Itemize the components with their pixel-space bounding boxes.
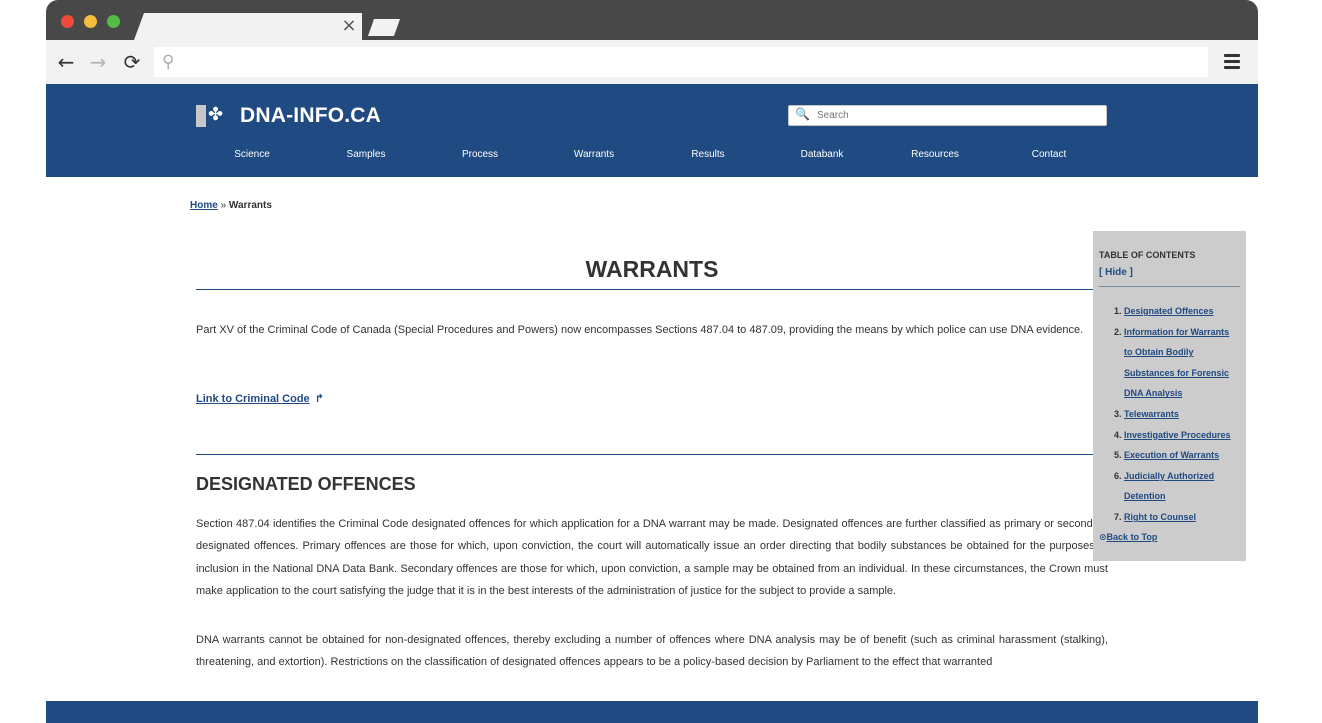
back-to-top-icon: ⊙ <box>1099 532 1107 543</box>
section-title-designated-offences: DESIGNATED OFFENCES <box>196 474 416 494</box>
nav-item-process[interactable]: Process <box>462 149 498 160</box>
toc-list: 1. Designated Offences 2. Information for … <box>1099 301 1240 528</box>
toc-item: 6. Judicially Authorized Detention <box>1114 470 1215 502</box>
page-title: WARRANTS <box>585 256 719 282</box>
nav-item-samples[interactable]: Samples <box>347 149 386 160</box>
nav-item-databank[interactable]: Databank <box>801 149 844 160</box>
toc-hide-toggle[interactable]: [ Hide ] <box>1099 266 1240 280</box>
criminal-code-link-label: Link to Criminal Code <box>196 393 310 405</box>
toc-item: 1. Designated Offences <box>1114 306 1214 316</box>
back-arrow-icon[interactable]: ← <box>55 51 77 73</box>
toc-back-to-top: ⊙Back to Top <box>1099 532 1240 543</box>
breadcrumb-home-link[interactable]: Home <box>190 200 218 211</box>
toc-link-right-to-counsel[interactable]: Right to Counsel <box>1124 512 1196 522</box>
flag-icon <box>196 105 206 127</box>
address-search-icon: ⚲ <box>162 52 175 72</box>
section-divider <box>196 454 1108 455</box>
search-icon[interactable]: 🔍 <box>795 107 810 121</box>
minimize-window-button[interactable] <box>84 15 97 28</box>
intro-paragraph: Part XV of the Criminal Code of Canada (… <box>196 324 1084 336</box>
back-to-top-link[interactable]: Back to Top <box>1107 532 1158 542</box>
reload-icon[interactable]: ⟳ <box>121 51 143 73</box>
toc-heading: TABLE OF CONTENTS <box>1099 250 1196 260</box>
toc-item: 3. Telewarrants <box>1114 408 1179 419</box>
main-nav: Science Samples Process Warrants Results… <box>46 149 1258 163</box>
toc-link-judicially-authorized-detention[interactable]: Judicially Authorized Detention <box>1124 471 1214 502</box>
nav-item-science[interactable]: Science <box>234 149 270 160</box>
non-designated-paragraph: DNA warrants cannot be obtained for non-… <box>196 634 1108 668</box>
title-divider <box>196 289 1108 290</box>
address-bar[interactable]: ⚲ <box>154 47 1208 77</box>
breadcrumb: Home » Warrants <box>190 200 272 211</box>
nav-item-contact[interactable]: Contact <box>1032 149 1066 160</box>
toc-link-designated-offences[interactable]: Designated Offences <box>1124 306 1214 316</box>
toc-link-execution-of-warrants[interactable]: Execution of Warrants <box>1124 450 1219 460</box>
site-header: ✤ DNA-INFO.CA 🔍 Science Samples Process … <box>46 84 1258 177</box>
maple-leaf-icon: ✤ <box>208 104 224 125</box>
nav-item-results[interactable]: Results <box>691 149 724 160</box>
toc-item: 2. Information for Warrants to Obtain Bod… <box>1114 326 1230 399</box>
toc-item: 5. Execution of Warrants <box>1114 450 1220 461</box>
browser-tab-active[interactable] <box>134 13 362 40</box>
toc-item: 4. Investigative Procedures <box>1114 429 1231 440</box>
site-title[interactable]: DNA-INFO.CA <box>240 104 381 128</box>
forward-arrow-icon[interactable]: → <box>87 51 109 73</box>
designated-offences-paragraph: Section 487.04 identifies the Criminal C… <box>196 518 1108 597</box>
nav-item-resources[interactable]: Resources <box>911 149 959 160</box>
site-footer-bar <box>46 701 1258 723</box>
toc-link-telewarrants[interactable]: Telewarrants <box>1124 409 1179 419</box>
browser-window: × ← → ⟳ ⚲ ✤ DNA-INFO.CA 🔍 Science Sample… <box>46 0 1258 723</box>
table-of-contents: TABLE OF CONTENTS [ Hide ] 1. Designated … <box>1093 231 1246 561</box>
toc-divider <box>1099 286 1240 287</box>
browser-toolbar: ← → ⟳ ⚲ <box>46 40 1258 84</box>
site-search: 🔍 <box>788 105 1107 126</box>
toc-link-information-for-warrants[interactable]: Information for Warrants to Obtain Bodil… <box>1124 327 1229 399</box>
search-input[interactable] <box>817 108 1097 123</box>
external-link-icon: ↱ <box>314 392 324 405</box>
toc-item: 7. Right to Counsel <box>1114 511 1196 522</box>
close-window-button[interactable] <box>61 15 74 28</box>
browser-titlebar: × <box>46 0 1258 40</box>
breadcrumb-separator: » <box>217 200 229 211</box>
maximize-window-button[interactable] <box>107 15 120 28</box>
breadcrumb-current: Warrants <box>228 200 272 211</box>
nav-item-warrants[interactable]: Warrants <box>574 149 614 160</box>
hamburger-menu-icon[interactable] <box>1224 54 1240 70</box>
tab-close-icon[interactable]: × <box>341 17 357 35</box>
new-tab-button[interactable] <box>368 19 400 36</box>
criminal-code-link[interactable]: Link to Criminal Code ↱ <box>196 392 324 405</box>
toc-link-investigative-procedures[interactable]: Investigative Procedures <box>1124 430 1231 440</box>
